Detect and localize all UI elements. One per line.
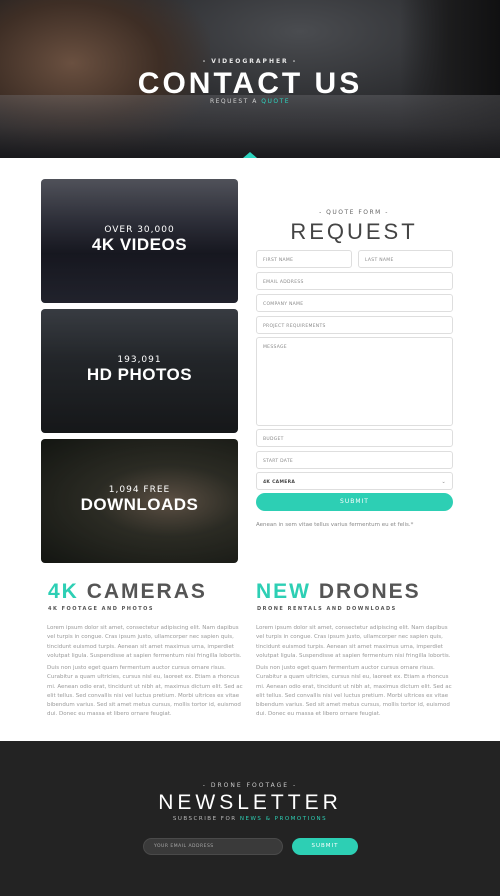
column-subheading: 4K FOOTAGE AND PHOTOS bbox=[48, 606, 154, 612]
form-note: Aenean in sem vitae tellus varius fermen… bbox=[256, 522, 414, 528]
card-hd-photos[interactable]: 193,091 HD PHOTOS bbox=[41, 309, 238, 433]
email-placeholder: EMAIL ADDRESS bbox=[263, 280, 304, 285]
card-small-text: OVER 30,000 bbox=[104, 225, 175, 235]
card-big-text: HD PHOTOS bbox=[86, 365, 193, 384]
card-small-text: 193,091 bbox=[117, 355, 162, 365]
hero-pre-title: - VIDEOGRAPHER - bbox=[202, 58, 298, 65]
message-textarea[interactable]: MESSAGE bbox=[256, 337, 453, 426]
column-paragraph: Lorem ipsum dolor sit amet, consectetur … bbox=[47, 625, 242, 659]
newsletter-subtitle-prefix: SUBSCRIBE FOR bbox=[172, 816, 237, 822]
message-placeholder: MESSAGE bbox=[263, 345, 287, 350]
newsletter-subtitle-accent: NEWS & PROMOTIONS bbox=[239, 816, 328, 822]
budget-placeholder: BUDGET bbox=[263, 437, 284, 442]
column-heading-text: CAMERAS bbox=[86, 580, 207, 603]
first-name-placeholder: FIRST NAME bbox=[263, 258, 294, 263]
last-name-placeholder: LAST NAME bbox=[365, 258, 394, 263]
column-paragraph: Lorem ipsum dolor sit amet, consectetur … bbox=[256, 625, 451, 659]
hero-subtitle-prefix: REQUEST A bbox=[209, 98, 258, 105]
hero-subtitle: REQUEST A QUOTE bbox=[0, 98, 500, 105]
newsletter-email-placeholder: YOUR EMAIL ADDRESS bbox=[154, 844, 214, 849]
column-heading-accent: 4K bbox=[48, 580, 79, 603]
page-title: CONTACT US bbox=[137, 67, 363, 100]
column-heading-text: DRONES bbox=[318, 580, 421, 603]
last-name-field[interactable]: LAST NAME bbox=[358, 250, 453, 268]
requirements-field[interactable]: PROJECT REQUIREMENTS bbox=[256, 316, 453, 334]
card-big-text: 4K VIDEOS bbox=[91, 235, 188, 254]
camera-select-value: 4K CAMERA bbox=[263, 480, 296, 485]
company-field[interactable]: COMPANY NAME bbox=[256, 294, 453, 312]
column-paragraph: Duis non justo eget quam fermentum aucto… bbox=[47, 665, 243, 718]
column-heading-accent: NEW bbox=[256, 580, 311, 603]
newsletter-submit-button[interactable]: SUBMIT bbox=[292, 838, 358, 855]
newsletter-email-input[interactable]: YOUR EMAIL ADDRESS bbox=[143, 838, 283, 855]
column-heading-drones: NEW DRONES bbox=[256, 580, 421, 604]
start-date-field[interactable]: START DATE bbox=[256, 451, 453, 469]
camera-select[interactable]: 4K CAMERA ⌄ bbox=[256, 472, 453, 490]
card-small-text: 1,094 FREE bbox=[108, 485, 171, 495]
submit-button[interactable]: SUBMIT bbox=[256, 493, 453, 511]
card-4k-videos[interactable]: OVER 30,000 4K VIDEOS bbox=[41, 179, 238, 303]
hero-subtitle-accent: QUOTE bbox=[261, 98, 291, 105]
form-title: REQUEST bbox=[290, 219, 418, 244]
start-date-placeholder: START DATE bbox=[263, 459, 294, 464]
column-subheading: DRONE RENTALS AND DOWNLOADS bbox=[257, 606, 397, 612]
form-pre-title: - QUOTE FORM - bbox=[319, 209, 389, 216]
newsletter-pre-title: - DRONE FOOTAGE - bbox=[202, 782, 298, 789]
newsletter-title: NEWSLETTER bbox=[158, 791, 342, 814]
email-field[interactable]: EMAIL ADDRESS bbox=[256, 272, 453, 290]
budget-field[interactable]: BUDGET bbox=[256, 429, 453, 447]
card-downloads[interactable]: 1,094 FREE DOWNLOADS bbox=[41, 439, 238, 563]
column-heading-cameras: 4K CAMERAS bbox=[48, 580, 207, 604]
hero-banner: - VIDEOGRAPHER - CONTACT US REQUEST A QU… bbox=[0, 0, 500, 158]
hero-arrow-icon bbox=[243, 152, 257, 158]
company-placeholder: COMPANY NAME bbox=[263, 302, 304, 307]
first-name-field[interactable]: FIRST NAME bbox=[256, 250, 352, 268]
card-big-text: DOWNLOADS bbox=[80, 495, 199, 514]
column-paragraph: Duis non justo eget quam fermentum aucto… bbox=[256, 665, 452, 718]
newsletter-subtitle: SUBSCRIBE FOR NEWS & PROMOTIONS bbox=[0, 816, 500, 822]
requirements-placeholder: PROJECT REQUIREMENTS bbox=[263, 324, 326, 329]
chevron-down-icon: ⌄ bbox=[441, 479, 446, 485]
